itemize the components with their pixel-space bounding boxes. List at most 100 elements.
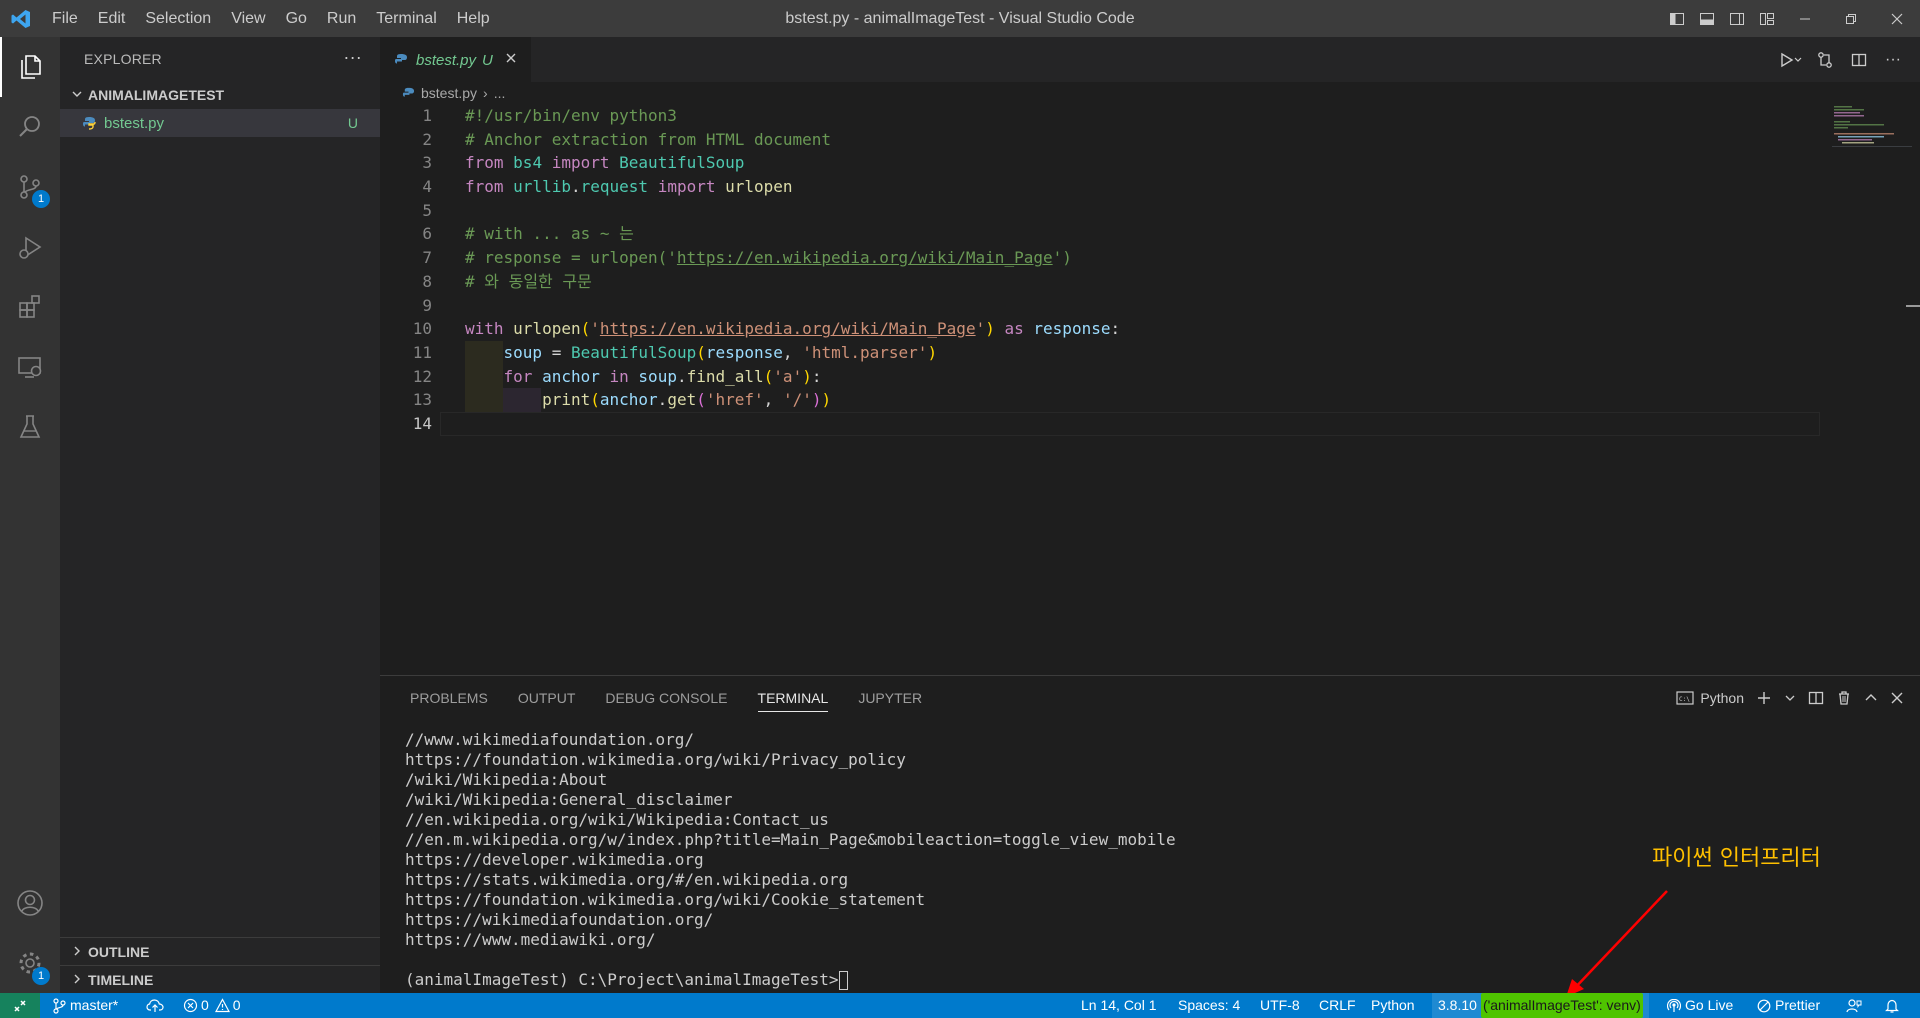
editor-tab-bstest[interactable]: bstest.py U <box>380 37 531 82</box>
trash-icon[interactable] <box>1830 676 1858 720</box>
close-window-icon[interactable] <box>1874 0 1920 37</box>
more-actions-icon[interactable]: ··· <box>343 47 362 68</box>
code-editor[interactable]: 1 #!/usr/bin/env python3 2 # Anchor extrac… <box>380 104 1820 436</box>
language-mode[interactable]: Python <box>1371 993 1415 1018</box>
close-tab-icon[interactable] <box>505 51 517 69</box>
minimize-icon[interactable] <box>1782 0 1828 37</box>
terminal-line: //en.m.wikipedia.org/w/index.php?title=M… <box>405 830 1176 849</box>
terminal-cursor <box>839 971 849 990</box>
code-line: 10 with urlopen('https://en.wikipedia.org… <box>412 319 1121 339</box>
menu-terminal[interactable]: Terminal <box>366 0 446 37</box>
sync-icon[interactable] <box>146 993 164 1018</box>
tab-status: U <box>482 51 493 69</box>
menu-go[interactable]: Go <box>276 0 317 37</box>
prettier-button[interactable]: Prettier <box>1757 993 1820 1018</box>
timeline-title: TIMELINE <box>88 972 154 988</box>
terminal-line: https://stats.wikimedia.org/#/en.wikiped… <box>405 870 849 889</box>
tab-label: bstest.py <box>416 51 477 69</box>
title-bar: File Edit Selection View Go Run Terminal… <box>0 0 1920 37</box>
encoding[interactable]: UTF-8 <box>1260 993 1300 1018</box>
terminal-line: https://wikimediafoundation.org/ <box>405 910 714 929</box>
accounts-icon[interactable] <box>0 873 60 933</box>
timeline-section[interactable]: TIMELINE <box>60 965 380 994</box>
code-line: 6 # with ... as ~ 는 <box>422 224 634 244</box>
toggle-secondary-sidebar-icon[interactable] <box>1722 0 1752 37</box>
breadcrumb-separator-icon: › <box>483 85 488 101</box>
breadcrumb-file[interactable]: bstest.py <box>421 85 477 101</box>
python-file-icon <box>82 116 100 130</box>
toggle-primary-sidebar-icon[interactable] <box>1662 0 1692 37</box>
breadcrumb-symbol[interactable]: ... <box>494 85 506 101</box>
manage-gear-icon[interactable]: 1 <box>0 933 60 993</box>
minimap[interactable] <box>1832 104 1912 184</box>
new-terminal-icon[interactable] <box>1750 676 1778 720</box>
maximize-panel-icon[interactable] <box>1858 676 1884 720</box>
search-icon[interactable] <box>0 97 60 157</box>
scrollbar-marker[interactable] <box>1906 305 1920 307</box>
go-live-button[interactable]: Go Live <box>1667 993 1733 1018</box>
chevron-right-icon <box>68 973 86 988</box>
tab-output[interactable]: OUTPUT <box>503 676 591 720</box>
restore-icon[interactable] <box>1828 0 1874 37</box>
remote-indicator[interactable] <box>0 993 40 1018</box>
scm-badge: 1 <box>32 190 50 208</box>
menu-file[interactable]: File <box>42 0 88 37</box>
extensions-icon[interactable] <box>0 277 60 337</box>
code-line: 8 # 와 동일한 구문 <box>422 271 592 291</box>
tab-debug-console[interactable]: DEBUG CONSOLE <box>590 676 742 720</box>
menu-edit[interactable]: Edit <box>88 0 136 37</box>
tab-jupyter[interactable]: JUPYTER <box>843 676 937 720</box>
split-terminal-icon[interactable] <box>1802 676 1830 720</box>
terminal-line: //en.wikipedia.org/wiki/Wikipedia:Contac… <box>405 810 829 829</box>
file-item-bstest[interactable]: bstest.py U <box>60 109 380 137</box>
error-icon <box>183 998 198 1013</box>
explorer-icon[interactable] <box>0 37 60 97</box>
code-line: 4 from urllib.request import urlopen <box>422 177 793 197</box>
code-line: 5 <box>422 200 432 220</box>
menu-selection[interactable]: Selection <box>135 0 221 37</box>
panel-actions: C:\ Python <box>1670 676 1910 720</box>
run-debug-icon[interactable] <box>0 217 60 277</box>
run-python-file-icon[interactable] <box>1774 37 1808 82</box>
terminal-shell-selector[interactable]: C:\ Python <box>1670 676 1750 720</box>
menu-run[interactable]: Run <box>317 0 366 37</box>
tab-problems[interactable]: PROBLEMS <box>395 676 503 720</box>
outline-section[interactable]: OUTLINE <box>60 937 380 966</box>
menu-view[interactable]: View <box>221 0 275 37</box>
indentation[interactable]: Spaces: 4 <box>1178 993 1240 1018</box>
end-of-line[interactable]: CRLF <box>1319 993 1356 1018</box>
customize-layout-icon[interactable] <box>1752 0 1782 37</box>
cursor-position[interactable]: Ln 14, Col 1 <box>1081 993 1157 1018</box>
testing-icon[interactable] <box>0 397 60 457</box>
python-interpreter[interactable]: 3.8.10 ('animalImageTest': venv) <box>1432 993 1649 1018</box>
warning-icon <box>214 998 230 1013</box>
explorer-sidebar: EXPLORER ··· ANIMALIMAGETEST bstest.py U… <box>60 37 380 993</box>
code-line-current: 14 <box>380 411 1820 436</box>
error-count: 0 <box>201 997 209 1013</box>
open-changes-icon[interactable] <box>1808 37 1842 82</box>
terminal-output[interactable]: //www.wikimediafoundation.org/ https://f… <box>405 730 1176 990</box>
folder-section[interactable]: ANIMALIMAGETEST <box>60 81 380 109</box>
branch-indicator[interactable]: master* <box>52 993 118 1018</box>
status-bar: master* 0 0 Ln 14, Col 1 Spaces: 4 UTF-8… <box>0 993 1920 1018</box>
chevron-down-icon[interactable] <box>1778 676 1802 720</box>
remote-explorer-icon[interactable] <box>0 337 60 397</box>
tab-terminal[interactable]: TERMINAL <box>743 676 844 720</box>
menu-help[interactable]: Help <box>447 0 500 37</box>
split-editor-icon[interactable] <box>1842 37 1876 82</box>
close-panel-icon[interactable] <box>1884 676 1910 720</box>
terminal-icon: C:\ <box>1676 690 1695 706</box>
terminal-line: https://foundation.wikimedia.org/wiki/Pr… <box>405 750 906 769</box>
prettier-label: Prettier <box>1775 997 1821 1013</box>
source-control-icon[interactable]: 1 <box>0 157 60 217</box>
remote-icon <box>14 999 26 1012</box>
problems-indicator[interactable]: 0 0 <box>183 993 241 1018</box>
terminal-line: /wiki/Wikipedia:About <box>405 770 608 789</box>
toggle-panel-icon[interactable] <box>1692 0 1722 37</box>
notifications-bell-icon[interactable] <box>1884 993 1900 1018</box>
feedback-icon[interactable] <box>1846 993 1862 1018</box>
terminal-line: /wiki/Wikipedia:General_disclaimer <box>405 790 733 809</box>
terminal-prompt: (animalImageTest) C:\Project\animalImage… <box>405 970 1176 990</box>
more-actions-icon[interactable]: ··· <box>1876 37 1910 82</box>
terminal-line: https://www.mediawiki.org/ <box>405 930 656 949</box>
